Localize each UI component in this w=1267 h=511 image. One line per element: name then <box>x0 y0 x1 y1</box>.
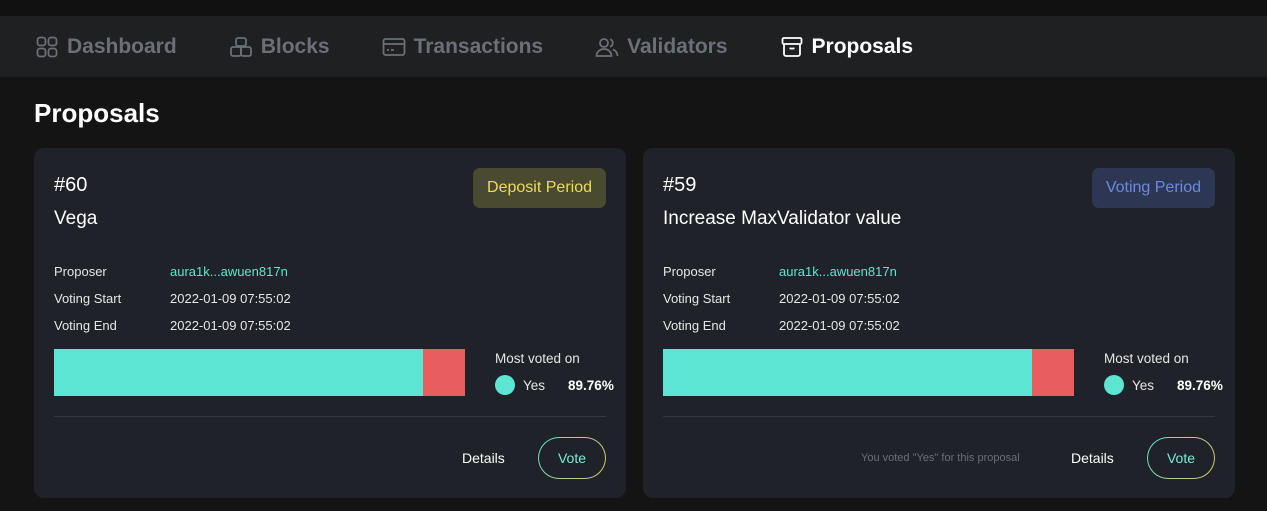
proposal-id: #60 <box>54 174 88 196</box>
most-voted-percent: 89.76% <box>1177 377 1223 393</box>
details-link[interactable]: Details <box>462 450 505 466</box>
voting-end-value: 2022-01-09 07:55:02 <box>779 318 900 333</box>
most-voted-label: Most voted on <box>495 351 580 366</box>
divider <box>54 416 606 417</box>
users-icon <box>595 35 619 59</box>
voting-end-row: Voting End 2022-01-09 07:55:02 <box>54 312 291 339</box>
voting-start-label: Voting Start <box>663 291 731 306</box>
voting-start-row: Voting Start 2022-01-09 07:55:02 <box>663 285 900 312</box>
nav-item-transactions[interactable]: Transactions <box>382 34 544 59</box>
nav-item-dashboard[interactable]: Dashboard <box>35 35 177 59</box>
proposer-row: Proposer aura1k...awuen817n <box>54 258 291 285</box>
most-voted-option: Yes <box>523 377 546 393</box>
nav-label-blocks: Blocks <box>260 34 330 58</box>
proposer-link[interactable]: aura1k...awuen817n <box>170 264 288 279</box>
proposer-label: Proposer <box>663 264 716 279</box>
voting-end-value: 2022-01-09 07:55:02 <box>170 318 291 333</box>
proposal-title: Vega <box>54 208 98 229</box>
vote-bar <box>663 349 1074 396</box>
blocks-icon <box>229 35 253 59</box>
proposal-card: #59 Increase MaxValidator value Voting P… <box>643 148 1235 498</box>
voting-start-value: 2022-01-09 07:55:02 <box>170 291 291 306</box>
most-voted-label: Most voted on <box>1104 351 1189 366</box>
yes-dot-icon <box>1104 375 1124 395</box>
nav-label-transactions: Transactions <box>413 34 544 58</box>
nav-item-proposals[interactable]: Proposals <box>780 34 914 59</box>
voting-end-label: Voting End <box>54 318 117 333</box>
page-title: Proposals <box>34 98 160 128</box>
proposer-row: Proposer aura1k...awuen817n <box>663 258 900 285</box>
divider <box>663 416 1215 417</box>
vote-bar-yes <box>663 349 1032 396</box>
voted-note: You voted "Yes" for this proposal <box>861 452 1020 464</box>
vote-bar-no <box>1031 349 1074 396</box>
most-voted-result: Yes 89.76% <box>1104 375 1223 395</box>
proposal-id: #59 <box>663 174 697 196</box>
proposal-card: #60 Vega Deposit Period Proposer aura1k.… <box>34 148 626 498</box>
vote-button[interactable]: Vote <box>538 437 606 479</box>
proposer-label: Proposer <box>54 264 107 279</box>
nav-label-dashboard: Dashboard <box>67 34 177 58</box>
grid-icon <box>35 35 59 59</box>
vote-bar <box>54 349 465 396</box>
vote-button[interactable]: Vote <box>1147 437 1215 479</box>
nav-item-validators[interactable]: Validators <box>595 34 728 59</box>
top-strip <box>0 0 1267 16</box>
voting-end-label: Voting End <box>663 318 726 333</box>
proposal-info: Proposer aura1k...awuen817n Voting Start… <box>54 258 291 339</box>
nav-label-proposals: Proposals <box>811 34 914 58</box>
main-nav: Dashboard Blocks Transactions Validators… <box>0 16 1267 77</box>
most-voted-option: Yes <box>1132 377 1155 393</box>
details-link[interactable]: Details <box>1071 450 1114 466</box>
proposal-info: Proposer aura1k...awuen817n Voting Start… <box>663 258 900 339</box>
proposer-link[interactable]: aura1k...awuen817n <box>779 264 897 279</box>
voting-end-row: Voting End 2022-01-09 07:55:02 <box>663 312 900 339</box>
vote-bar-yes <box>54 349 423 396</box>
vote-bar-no <box>422 349 465 396</box>
yes-dot-icon <box>495 375 515 395</box>
card-icon <box>382 35 406 59</box>
voting-start-label: Voting Start <box>54 291 122 306</box>
voting-start-value: 2022-01-09 07:55:02 <box>779 291 900 306</box>
status-badge: Deposit Period <box>473 168 606 208</box>
voting-start-row: Voting Start 2022-01-09 07:55:02 <box>54 285 291 312</box>
archive-icon <box>780 35 804 59</box>
proposal-title: Increase MaxValidator value <box>663 208 902 229</box>
nav-label-validators: Validators <box>627 34 728 58</box>
most-voted-percent: 89.76% <box>568 377 614 393</box>
most-voted-result: Yes 89.76% <box>495 375 614 395</box>
status-badge: Voting Period <box>1091 168 1215 208</box>
nav-item-blocks[interactable]: Blocks <box>229 35 330 59</box>
